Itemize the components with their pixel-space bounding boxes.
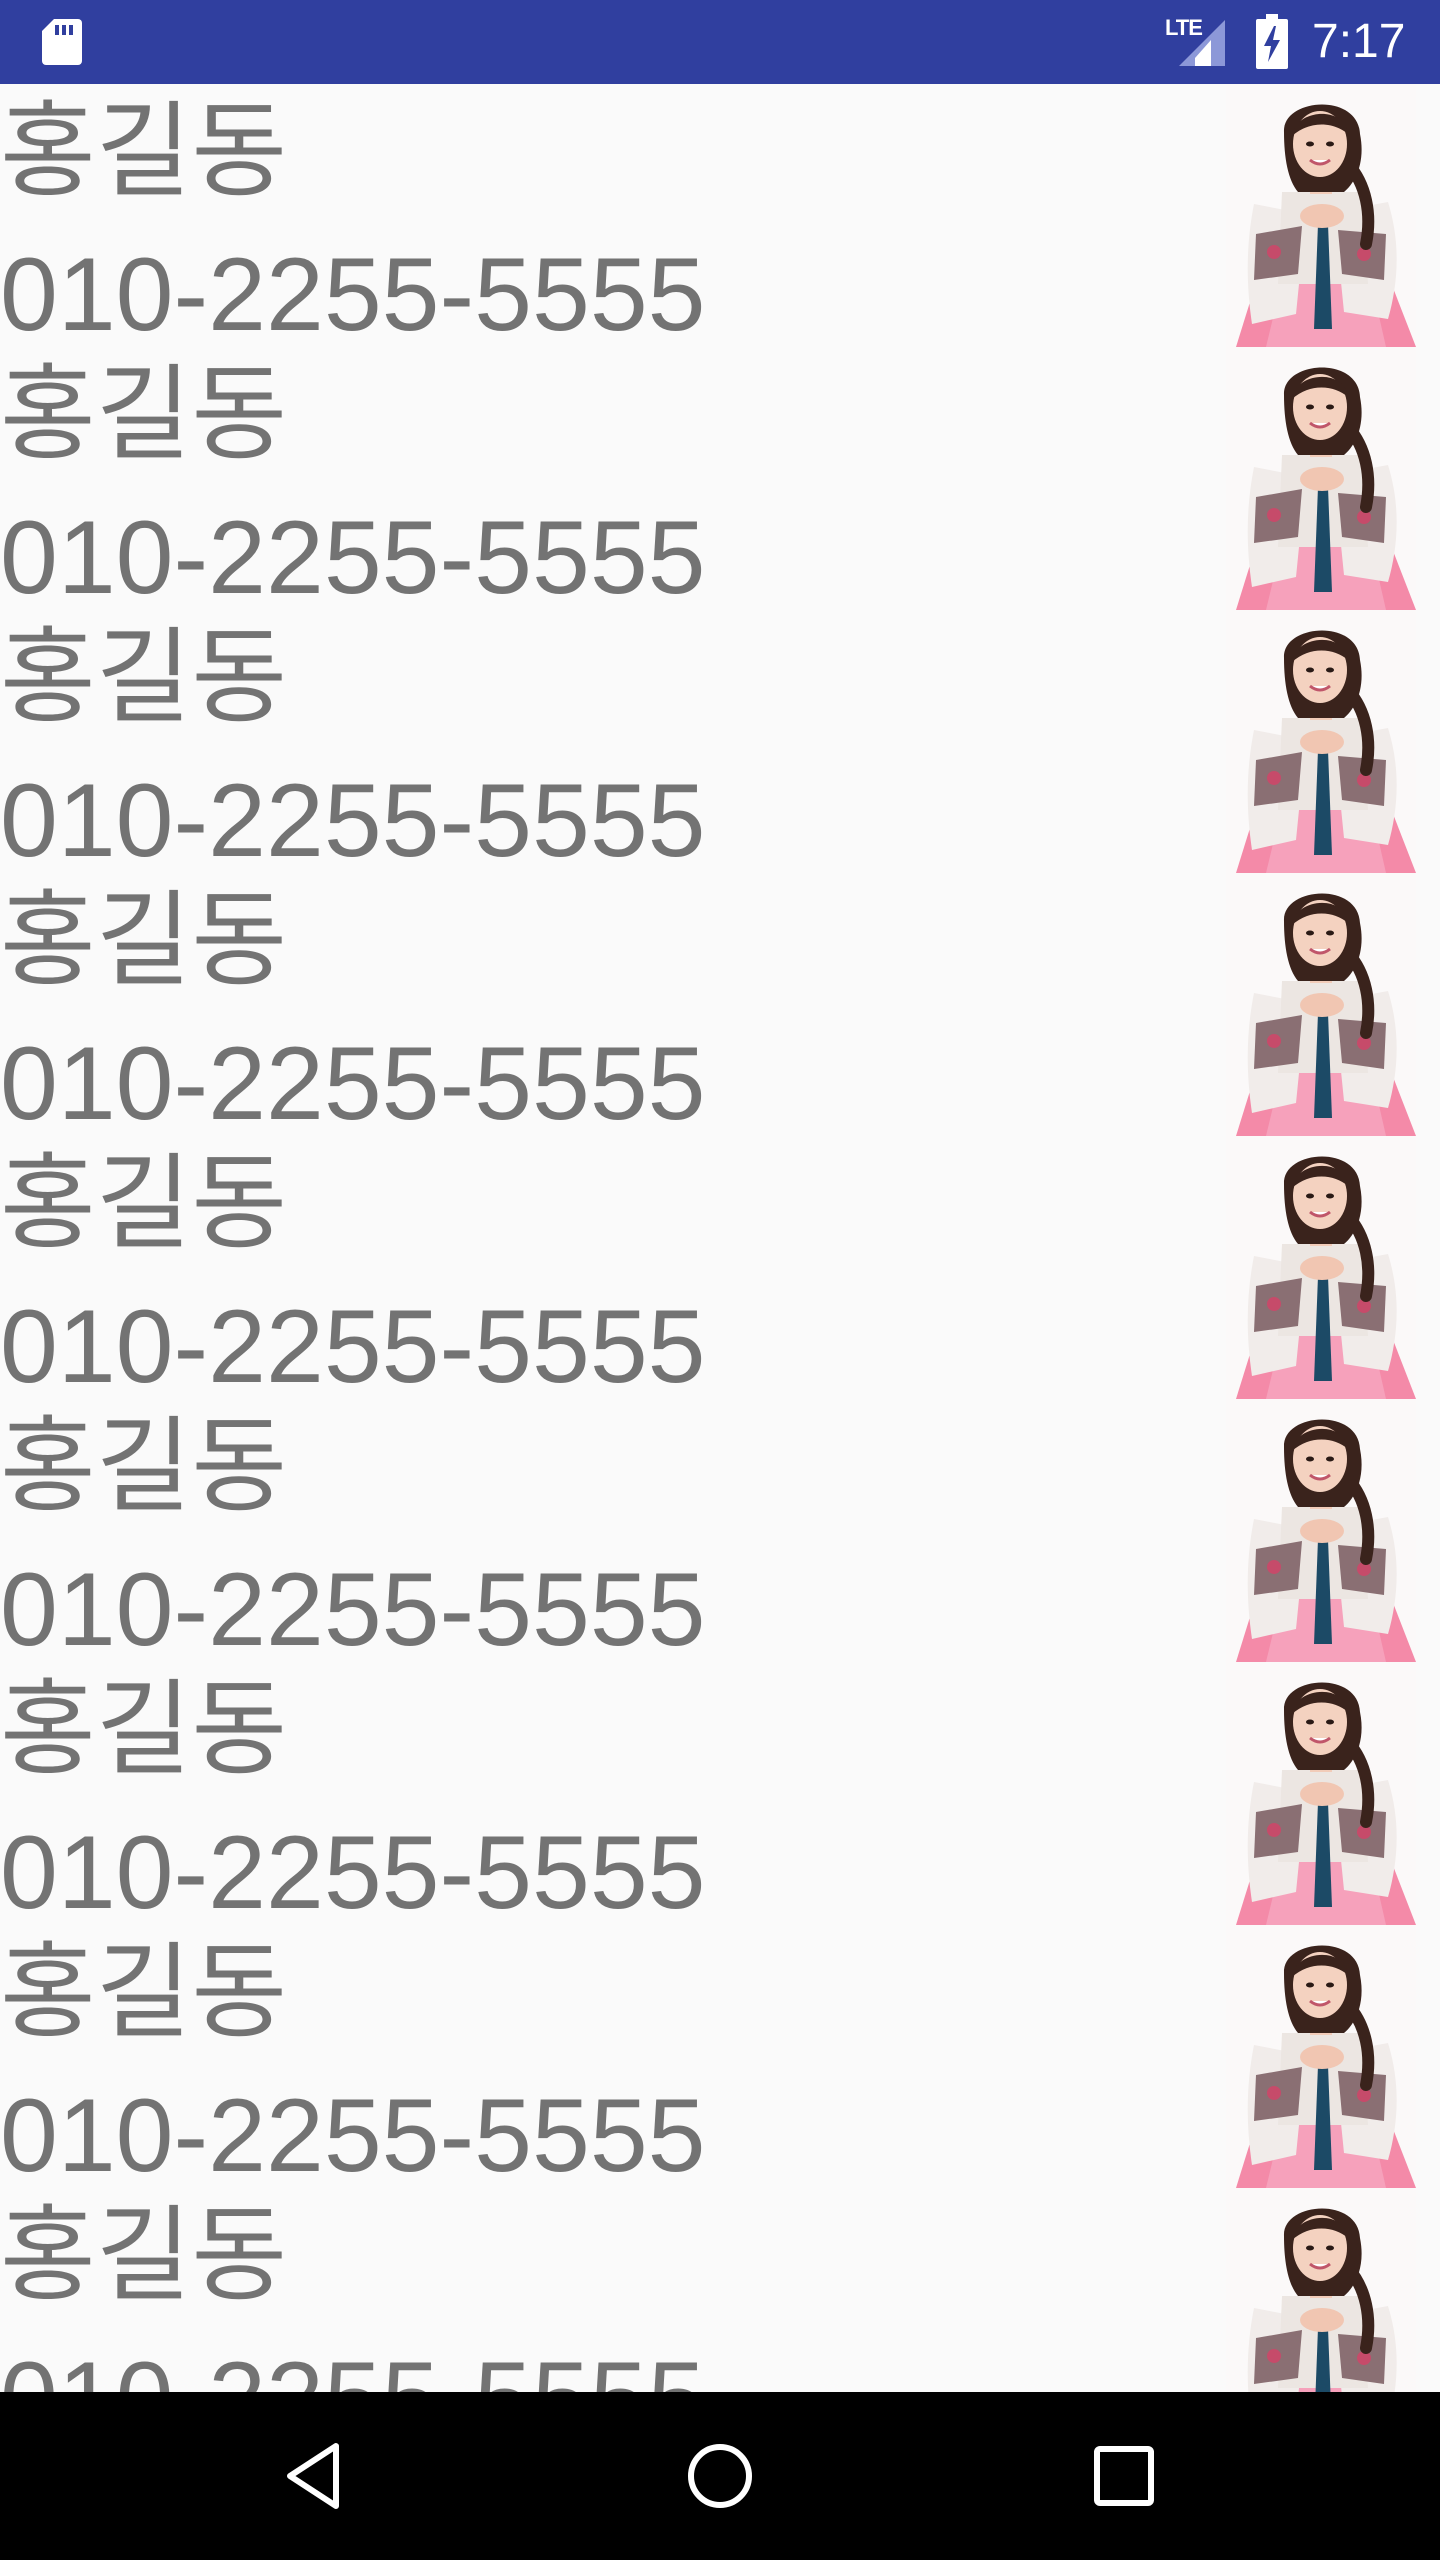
contact-phone: 010-2255-5555 bbox=[0, 1815, 706, 1931]
contact-name: 홍길동 bbox=[0, 1405, 288, 1527]
avatar bbox=[1226, 347, 1416, 610]
list-item[interactable]: 홍길동 010-2255-5555 bbox=[0, 610, 1440, 879]
avatar bbox=[1226, 610, 1416, 873]
recents-icon[interactable] bbox=[1084, 2436, 1164, 2516]
list-item[interactable]: 홍길동 010-2255-5555 bbox=[0, 1399, 1440, 1668]
contact-name: 홍길동 bbox=[0, 1142, 288, 1264]
contact-name: 홍길동 bbox=[0, 616, 288, 738]
battery-charging-icon bbox=[1256, 14, 1288, 69]
contact-name: 홍길동 bbox=[0, 2194, 288, 2316]
contact-phone: 010-2255-5555 bbox=[0, 1289, 706, 1405]
avatar bbox=[1226, 2188, 1416, 2392]
contact-list[interactable]: 홍길동 010-2255-5555 홍길동 010-2255-5555 홍길동 … bbox=[0, 84, 1440, 2392]
contact-phone: 010-2255-5555 bbox=[0, 763, 706, 879]
contact-name: 홍길동 bbox=[0, 879, 288, 1001]
avatar bbox=[1226, 1662, 1416, 1925]
network-type-label: LTE bbox=[1165, 15, 1203, 40]
list-item[interactable]: 홍길동 010-2255-5555 bbox=[0, 347, 1440, 616]
contact-name: 홍길동 bbox=[0, 1668, 288, 1790]
list-item[interactable]: 홍길동 010-2255-5555 bbox=[0, 2188, 1440, 2392]
avatar bbox=[1226, 1925, 1416, 2188]
home-icon[interactable] bbox=[680, 2436, 760, 2516]
avatar bbox=[1226, 1136, 1416, 1399]
contact-name: 홍길동 bbox=[0, 353, 288, 475]
avatar bbox=[1226, 84, 1416, 347]
contact-phone: 010-2255-5555 bbox=[0, 1026, 706, 1142]
status-bar: LTE 7:17 bbox=[0, 0, 1440, 84]
sd-card-icon bbox=[42, 19, 82, 65]
contact-name: 홍길동 bbox=[0, 1931, 288, 2053]
contact-phone: 010-2255-5555 bbox=[0, 2078, 706, 2194]
navigation-bar bbox=[0, 2392, 1440, 2560]
list-item[interactable]: 홍길동 010-2255-5555 bbox=[0, 1925, 1440, 2194]
contact-phone: 010-2255-5555 bbox=[0, 500, 706, 616]
list-item[interactable]: 홍길동 010-2255-5555 bbox=[0, 873, 1440, 1142]
contact-phone: 010-2255-5555 bbox=[0, 1552, 706, 1668]
contact-name: 홍길동 bbox=[0, 90, 288, 212]
list-item[interactable]: 홍길동 010-2255-5555 bbox=[0, 84, 1440, 353]
list-item[interactable]: 홍길동 010-2255-5555 bbox=[0, 1136, 1440, 1405]
back-icon[interactable] bbox=[276, 2436, 356, 2516]
contact-phone: 010-2255-5555 bbox=[0, 2334, 706, 2392]
avatar bbox=[1226, 1399, 1416, 1662]
list-item[interactable]: 홍길동 010-2255-5555 bbox=[0, 1662, 1440, 1931]
avatar bbox=[1226, 873, 1416, 1136]
contact-phone: 010-2255-5555 bbox=[0, 237, 706, 353]
clock: 7:17 bbox=[1312, 15, 1406, 68]
